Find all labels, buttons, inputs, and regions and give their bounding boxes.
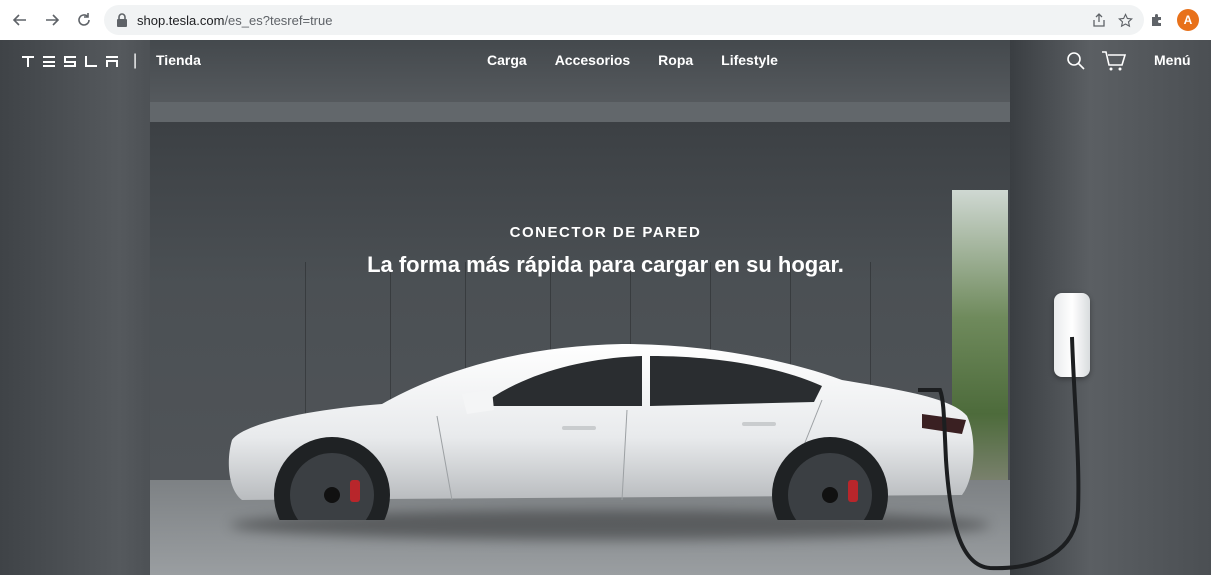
- hero-headline: La forma más rápida para cargar en su ho…: [367, 252, 844, 277]
- hero-eyebrow: CONECTOR DE PARED: [509, 224, 702, 241]
- search-icon[interactable]: [1066, 51, 1086, 71]
- puzzle-icon[interactable]: [1147, 10, 1167, 30]
- forward-arrow-icon[interactable]: [40, 8, 64, 32]
- nav-item-ropa[interactable]: Ropa: [658, 52, 693, 68]
- nav-item-carga[interactable]: Carga: [487, 52, 527, 68]
- category-menu: Carga Accesorios Ropa Lifestyle: [487, 52, 806, 68]
- star-icon[interactable]: [1116, 11, 1134, 29]
- store-top-nav: | Tienda Carga Accesorios Ropa Lifestyle…: [0, 40, 1211, 82]
- url-host: shop.tesla.com: [137, 12, 225, 28]
- cart-icon[interactable]: [1101, 50, 1127, 72]
- store-link[interactable]: Tienda: [156, 52, 201, 68]
- nav-item-lifestyle[interactable]: Lifestyle: [721, 52, 778, 68]
- address-bar[interactable]: shop.tesla.com /es_es?tesref=true: [104, 5, 1144, 35]
- back-arrow-icon[interactable]: [8, 8, 32, 32]
- logo-divider: |: [133, 52, 138, 69]
- url-path: /es_es?tesref=true: [224, 12, 333, 28]
- share-icon[interactable]: [1090, 11, 1108, 29]
- lock-icon[interactable]: [116, 13, 128, 27]
- hero-banner: CONECTOR DE PARED La forma más rápida pa…: [0, 40, 1211, 575]
- charging-cable: [918, 336, 1081, 571]
- reload-icon[interactable]: [72, 8, 96, 32]
- nav-item-accesorios[interactable]: Accesorios: [555, 52, 630, 68]
- tesla-logo[interactable]: [22, 53, 122, 69]
- profile-avatar[interactable]: A: [1177, 9, 1199, 31]
- browser-toolbar: shop.tesla.com /es_es?tesref=true A: [0, 0, 1211, 40]
- menu-button[interactable]: Menú: [1154, 52, 1191, 68]
